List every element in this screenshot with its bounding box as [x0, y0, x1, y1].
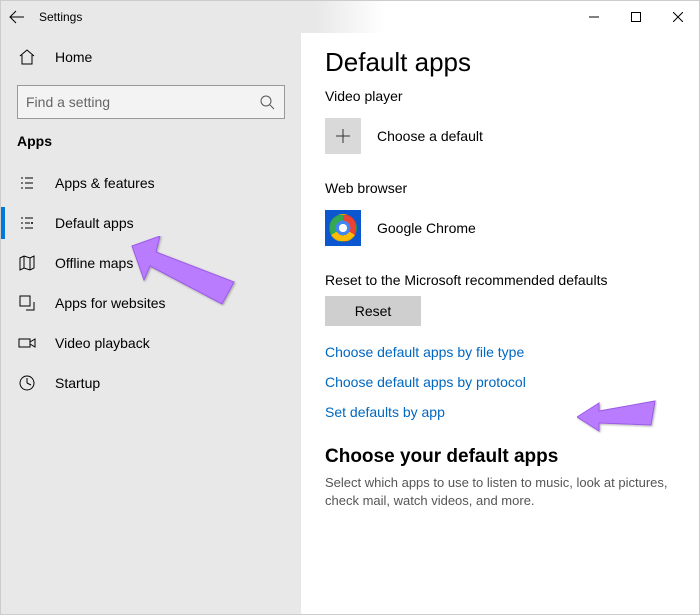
sidebar-item-label: Home: [55, 49, 92, 65]
sidebar-item-default-apps[interactable]: Default apps: [1, 203, 301, 243]
reset-button[interactable]: Reset: [325, 296, 421, 326]
sidebar-item-label: Apps & features: [55, 175, 155, 191]
settings-window: Settings Home Apps: [0, 0, 700, 615]
link-by-app[interactable]: Set defaults by app: [325, 404, 675, 420]
arrow-left-icon: [9, 9, 25, 25]
sidebar-item-home[interactable]: Home: [1, 37, 301, 77]
list-icon: [17, 173, 37, 193]
startup-icon: [17, 373, 37, 393]
chrome-tile: [325, 210, 361, 246]
sidebar-item-label: Startup: [55, 375, 100, 391]
titlebar: Settings: [1, 1, 699, 33]
maximize-icon: [631, 12, 641, 22]
search-input[interactable]: [18, 94, 250, 110]
video-player-default[interactable]: Choose a default: [325, 112, 675, 160]
web-browser-default[interactable]: Google Chrome: [325, 204, 675, 252]
sidebar-item-apps-features[interactable]: Apps & features: [1, 163, 301, 203]
sidebar-item-video-playback[interactable]: Video playback: [1, 323, 301, 363]
link-protocol[interactable]: Choose default apps by protocol: [325, 374, 675, 390]
sidebar-item-apps-websites[interactable]: Apps for websites: [1, 283, 301, 323]
sidebar-item-label: Apps for websites: [55, 295, 166, 311]
default-apps-icon: [17, 213, 37, 233]
sidebar-category: Apps: [1, 133, 301, 163]
video-player-value: Choose a default: [377, 128, 483, 144]
close-button[interactable]: [657, 1, 699, 33]
plus-tile: [325, 118, 361, 154]
link-file-type[interactable]: Choose default apps by file type: [325, 344, 675, 360]
minimize-icon: [589, 12, 599, 22]
window-title: Settings: [39, 10, 82, 24]
sidebar: Home Apps Apps & features Default ap: [1, 33, 301, 614]
search-box[interactable]: [17, 85, 285, 119]
search-icon: [250, 94, 284, 110]
window-controls: [573, 1, 699, 33]
chrome-icon: [329, 214, 357, 242]
content-pane: Default apps Video player Choose a defau…: [301, 33, 699, 614]
sidebar-item-startup[interactable]: Startup: [1, 363, 301, 403]
reset-description: Reset to the Microsoft recommended defau…: [325, 272, 675, 288]
choose-heading: Choose your default apps: [325, 446, 675, 468]
minimize-button[interactable]: [573, 1, 615, 33]
sidebar-item-offline-maps[interactable]: Offline maps: [1, 243, 301, 283]
sidebar-item-label: Video playback: [55, 335, 150, 351]
close-icon: [673, 12, 683, 22]
video-player-label: Video player: [325, 88, 675, 104]
choose-subtext: Select which apps to use to listen to mu…: [325, 474, 675, 510]
window-body: Home Apps Apps & features Default ap: [1, 33, 699, 614]
page-title: Default apps: [325, 47, 675, 78]
back-button[interactable]: [1, 1, 33, 33]
sidebar-item-label: Default apps: [55, 215, 134, 231]
video-icon: [17, 333, 37, 353]
maximize-button[interactable]: [615, 1, 657, 33]
open-with-icon: [17, 293, 37, 313]
web-browser-label: Web browser: [325, 180, 675, 196]
sidebar-item-label: Offline maps: [55, 255, 133, 271]
home-icon: [17, 47, 37, 67]
map-icon: [17, 253, 37, 273]
plus-icon: [334, 127, 352, 145]
web-browser-value: Google Chrome: [377, 220, 476, 236]
